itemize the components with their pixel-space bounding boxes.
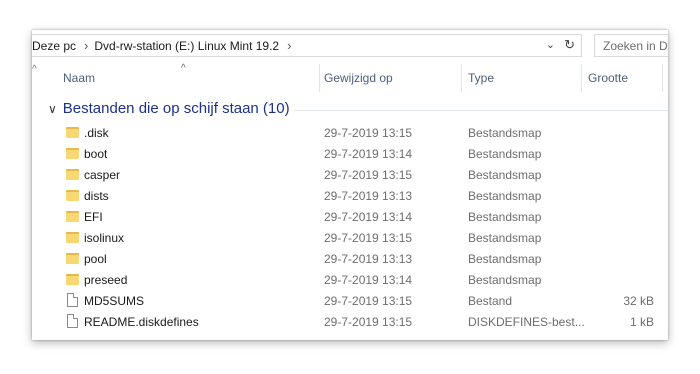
column-header-size[interactable]: Grootte (588, 71, 628, 85)
column-divider[interactable] (461, 64, 462, 92)
column-header-modified[interactable]: Gewijzigd op (324, 71, 393, 85)
file-name: MD5SUMS (84, 294, 145, 308)
group-header[interactable]: ∨ Bestanden die op schijf staan (10) (48, 100, 290, 117)
address-bar[interactable]: Deze pc › Dvd-rw-station (E:) Linux Mint… (32, 34, 582, 57)
file-row[interactable]: dists 29-7-2019 13:13 Bestandsmap (32, 186, 668, 207)
file-name: .disk (84, 126, 109, 140)
file-row[interactable]: .disk 29-7-2019 13:15 Bestandsmap (32, 123, 668, 144)
file-modified: 29-7-2019 13:15 (324, 126, 413, 140)
folder-icon (66, 211, 79, 222)
file-modified: 29-7-2019 13:15 (324, 294, 413, 308)
file-row[interactable]: EFI 29-7-2019 13:14 Bestandsmap (32, 207, 668, 228)
search-input[interactable]: Zoeken in Dv (594, 34, 668, 57)
group-divider (294, 110, 668, 111)
address-history-dropdown-icon[interactable]: ⌄ (546, 38, 555, 51)
column-header-type[interactable]: Type (468, 71, 494, 85)
column-divider[interactable] (581, 64, 582, 92)
file-icon (67, 314, 78, 328)
file-row[interactable]: boot 29-7-2019 13:14 Bestandsmap (32, 144, 668, 165)
file-name: pool (84, 252, 107, 266)
file-name: EFI (84, 210, 103, 224)
folder-icon (66, 253, 79, 264)
file-type: Bestandsmap (468, 273, 542, 287)
folder-icon (66, 232, 79, 243)
file-type: Bestandsmap (468, 126, 542, 140)
file-name: boot (84, 147, 108, 161)
file-row[interactable]: preseed 29-7-2019 13:14 Bestandsmap (32, 270, 668, 291)
group-title: Bestanden die op schijf staan (10) (62, 100, 290, 117)
file-modified: 29-7-2019 13:15 (324, 168, 413, 182)
column-header-row: ^ Naam Gewijzigd op Type Grootte (32, 63, 668, 92)
breadcrumb-dvd-drive[interactable]: Dvd-rw-station (E:) Linux Mint 19.2 (94, 39, 283, 53)
breadcrumb-separator-icon[interactable]: › (80, 38, 94, 53)
file-type: Bestandsmap (468, 189, 542, 203)
breadcrumb-separator-icon[interactable]: › (283, 38, 297, 53)
file-type: Bestand (468, 294, 513, 308)
file-modified: 29-7-2019 13:14 (324, 273, 413, 287)
file-type: Bestandsmap (468, 168, 542, 182)
folder-icon (66, 127, 79, 138)
file-type: Bestandsmap (468, 231, 542, 245)
file-modified: 29-7-2019 13:15 (324, 315, 413, 329)
folder-icon (66, 190, 79, 201)
file-row[interactable]: pool 29-7-2019 13:13 Bestandsmap (32, 249, 668, 270)
folder-icon (66, 274, 79, 285)
file-type: Bestandsmap (468, 252, 542, 266)
file-modified: 29-7-2019 13:15 (324, 231, 413, 245)
chevron-down-icon[interactable]: ∨ (48, 102, 57, 116)
file-modified: 29-7-2019 13:14 (324, 147, 413, 161)
file-size: 1 kB (629, 315, 654, 329)
file-modified: 29-7-2019 13:13 (324, 252, 413, 266)
file-type: Bestandsmap (468, 210, 542, 224)
file-modified: 29-7-2019 13:14 (324, 210, 413, 224)
sort-ascending-icon: ^ (181, 63, 186, 74)
file-size: 32 kB (623, 294, 654, 308)
file-icon (67, 293, 78, 307)
file-modified: 29-7-2019 13:13 (324, 189, 413, 203)
file-name: isolinux (84, 231, 125, 245)
file-name: casper (84, 168, 121, 182)
file-row[interactable]: README.diskdefines 29-7-2019 13:15 DISKDEF… (32, 312, 668, 333)
file-name: dists (84, 189, 109, 203)
file-row[interactable]: MD5SUMS 29-7-2019 13:15 Bestand 32 kB (32, 291, 668, 312)
column-header-name[interactable]: Naam (63, 71, 95, 85)
file-explorer-window: Deze pc › Dvd-rw-station (E:) Linux Mint… (32, 30, 668, 340)
refresh-icon[interactable]: ↻ (564, 37, 575, 53)
file-list: .disk 29-7-2019 13:15 Bestandsmap boot 29-7-… (32, 123, 668, 333)
file-name: README.diskdefines (84, 315, 199, 329)
breadcrumb-this-pc[interactable]: Deze pc (32, 39, 80, 53)
folder-icon (66, 169, 79, 180)
file-name: preseed (84, 273, 128, 287)
file-type: Bestandsmap (468, 147, 542, 161)
column-divider[interactable] (319, 64, 320, 92)
file-row[interactable]: isolinux 29-7-2019 13:15 Bestandsmap (32, 228, 668, 249)
file-row[interactable]: casper 29-7-2019 13:15 Bestandsmap (32, 165, 668, 186)
folder-icon (66, 148, 79, 159)
column-divider[interactable] (662, 64, 663, 92)
file-type: DISKDEFINES-best... (468, 315, 585, 329)
